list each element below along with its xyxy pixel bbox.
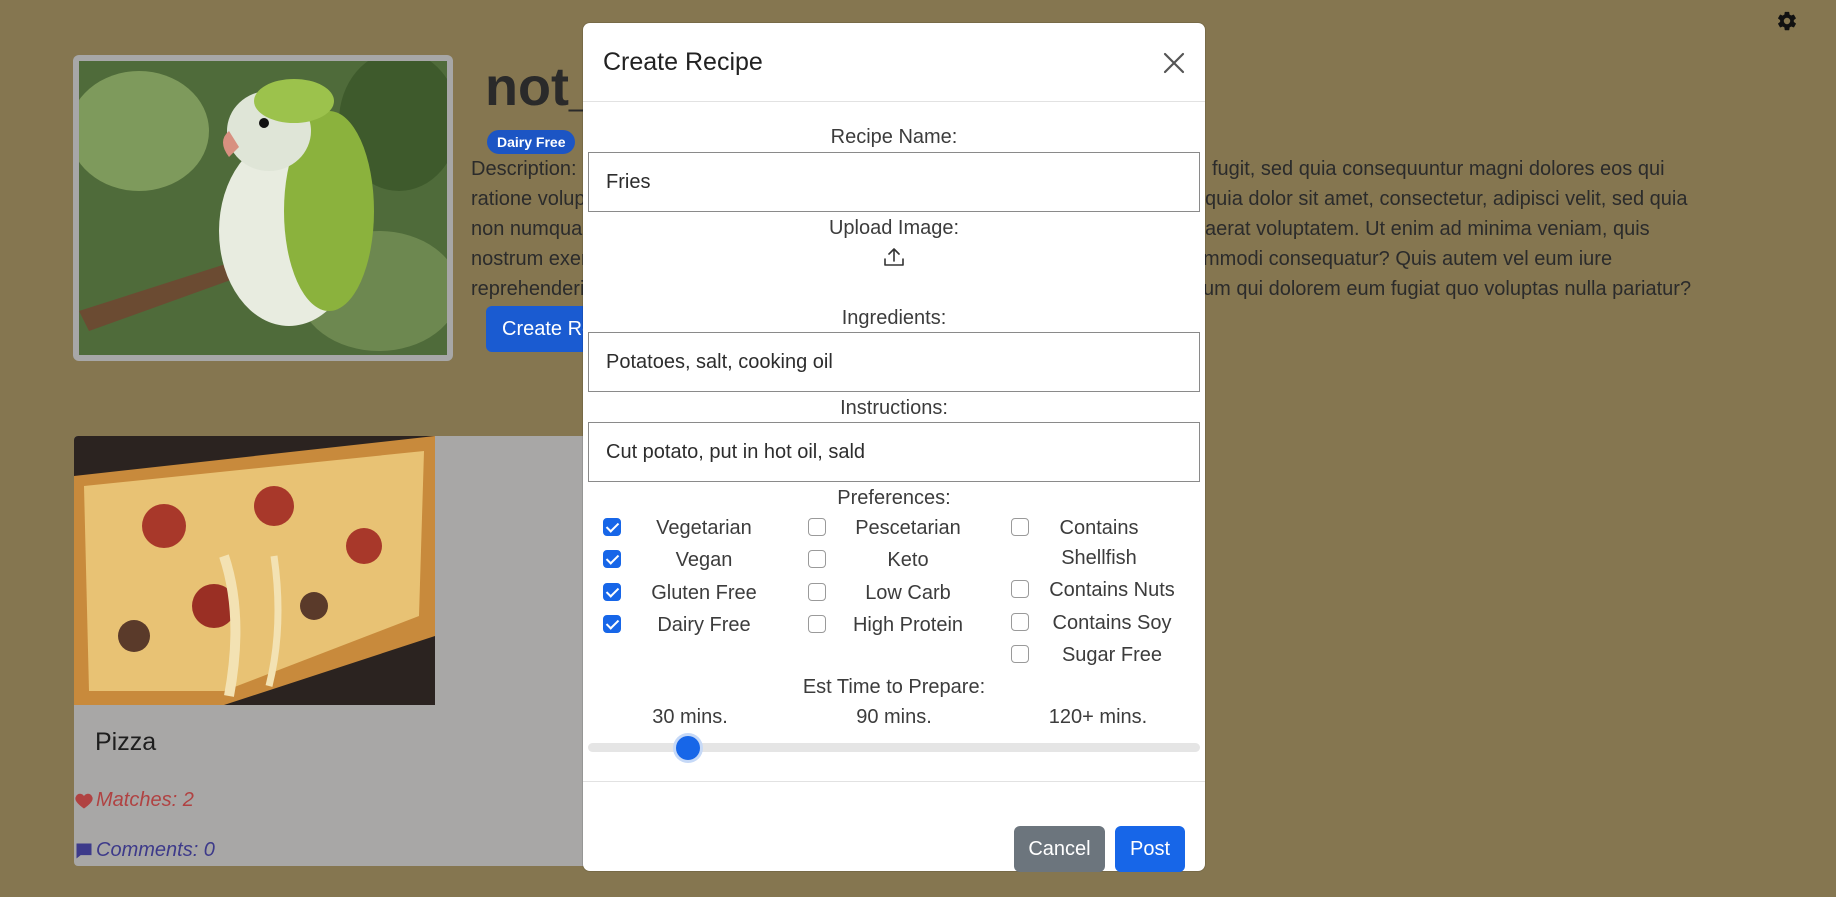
checkbox-gluten-free[interactable] xyxy=(603,583,621,601)
description-text-left: non numqua xyxy=(471,218,583,240)
recipe-card-title[interactable]: Pizza xyxy=(95,728,156,757)
checkbox-vegetarian[interactable] xyxy=(603,518,621,536)
profile-username: not_ xyxy=(485,57,585,117)
option-contains-nuts: Contains Nuts xyxy=(1049,579,1175,601)
modal-footer xyxy=(583,781,1205,872)
ingredients-input[interactable]: Potatoes, salt, cooking oil xyxy=(588,332,1200,392)
description-text-left: nostrum exer xyxy=(471,248,588,270)
matches-count: Matches: 2 xyxy=(96,789,194,811)
time-tick-90: 90 mins. xyxy=(856,706,932,728)
description-label: Description: xyxy=(471,158,577,180)
description-text-right: quia dolor sit amet, consectetur, adipis… xyxy=(1205,188,1688,210)
instructions-input[interactable]: Cut potato, put in hot oil, sald xyxy=(588,422,1200,482)
option-vegetarian: Vegetarian xyxy=(656,517,752,539)
checkbox-pescetarian[interactable] xyxy=(808,518,826,536)
close-icon[interactable] xyxy=(1160,49,1188,77)
upload-icon[interactable] xyxy=(883,246,905,268)
comments-count: Comments: 0 xyxy=(96,839,215,861)
time-tick-120: 120+ mins. xyxy=(1048,706,1148,728)
profile-preference-badge: Dairy Free xyxy=(487,130,576,154)
modal-title: Create Recipe xyxy=(603,48,763,76)
description-text-right: um qui dolorem eum fugiat quo voluptas n… xyxy=(1203,278,1692,300)
option-pescetarian: Pescetarian xyxy=(855,517,961,539)
description-text-right: fugit, sed quia consequuntur magni dolor… xyxy=(1212,158,1665,180)
checkbox-high-protein[interactable] xyxy=(808,615,826,633)
profile-photo xyxy=(73,55,453,361)
recipe-matches[interactable]: Matches: 2 xyxy=(74,789,194,812)
modal-header: Create Recipe xyxy=(583,23,1205,102)
recipe-name-label: Recipe Name: xyxy=(830,126,958,148)
recipe-card-image xyxy=(74,436,435,705)
checkbox-contains-shellfish[interactable] xyxy=(1011,518,1029,536)
checkbox-contains-nuts[interactable] xyxy=(1011,580,1029,598)
ingredients-label: Ingredients: xyxy=(841,307,947,329)
comment-icon xyxy=(76,843,92,858)
preferences-label: Preferences: xyxy=(837,487,951,509)
recipe-comments[interactable]: Comments: 0 xyxy=(74,839,215,862)
checkbox-vegan[interactable] xyxy=(603,550,621,568)
checkbox-low-carb[interactable] xyxy=(808,583,826,601)
option-high-protein: High Protein xyxy=(852,614,964,636)
checkbox-sugar-free[interactable] xyxy=(1011,645,1029,663)
recipe-name-input[interactable]: Fries xyxy=(588,152,1200,212)
option-gluten-free: Gluten Free xyxy=(651,582,757,604)
option-contains-shellfish: Contains Shellfish xyxy=(1059,517,1139,569)
cancel-button[interactable]: Cancel xyxy=(1014,826,1105,872)
option-keto: Keto xyxy=(887,549,929,571)
time-slider-thumb[interactable] xyxy=(676,736,701,760)
option-contains-soy: Contains Soy xyxy=(1052,612,1172,634)
checkbox-contains-soy[interactable] xyxy=(1011,613,1029,631)
checkbox-dairy-free[interactable] xyxy=(603,615,621,633)
option-low-carb: Low Carb xyxy=(865,582,951,604)
description-text-right: aerat voluptatem. Ut enim ad minima veni… xyxy=(1205,218,1650,240)
instructions-label: Instructions: xyxy=(840,397,948,419)
option-dairy-free: Dairy Free xyxy=(657,614,751,636)
heart-icon xyxy=(75,793,93,808)
settings-gear-icon[interactable] xyxy=(1776,10,1798,32)
description-text-left: reprehenderi xyxy=(471,278,585,300)
time-tick-30: 30 mins. xyxy=(652,706,728,728)
option-sugar-free: Sugar Free xyxy=(1061,644,1163,666)
upload-image-label: Upload Image: xyxy=(828,217,960,239)
create-recipe-modal: Create Recipe Recipe Name: Fries Upload … xyxy=(583,23,1205,872)
est-time-label: Est Time to Prepare: xyxy=(802,676,986,698)
recipe-card[interactable]: Pizza Matches: 2 Comments: 0 xyxy=(74,436,594,866)
option-vegan: Vegan xyxy=(675,549,733,571)
description-text-left: ratione volup xyxy=(471,188,586,210)
post-button[interactable]: Post xyxy=(1115,826,1185,872)
checkbox-keto[interactable] xyxy=(808,550,826,568)
description-text-right: mmodi consequatur? Quis autem vel eum iu… xyxy=(1203,248,1613,270)
